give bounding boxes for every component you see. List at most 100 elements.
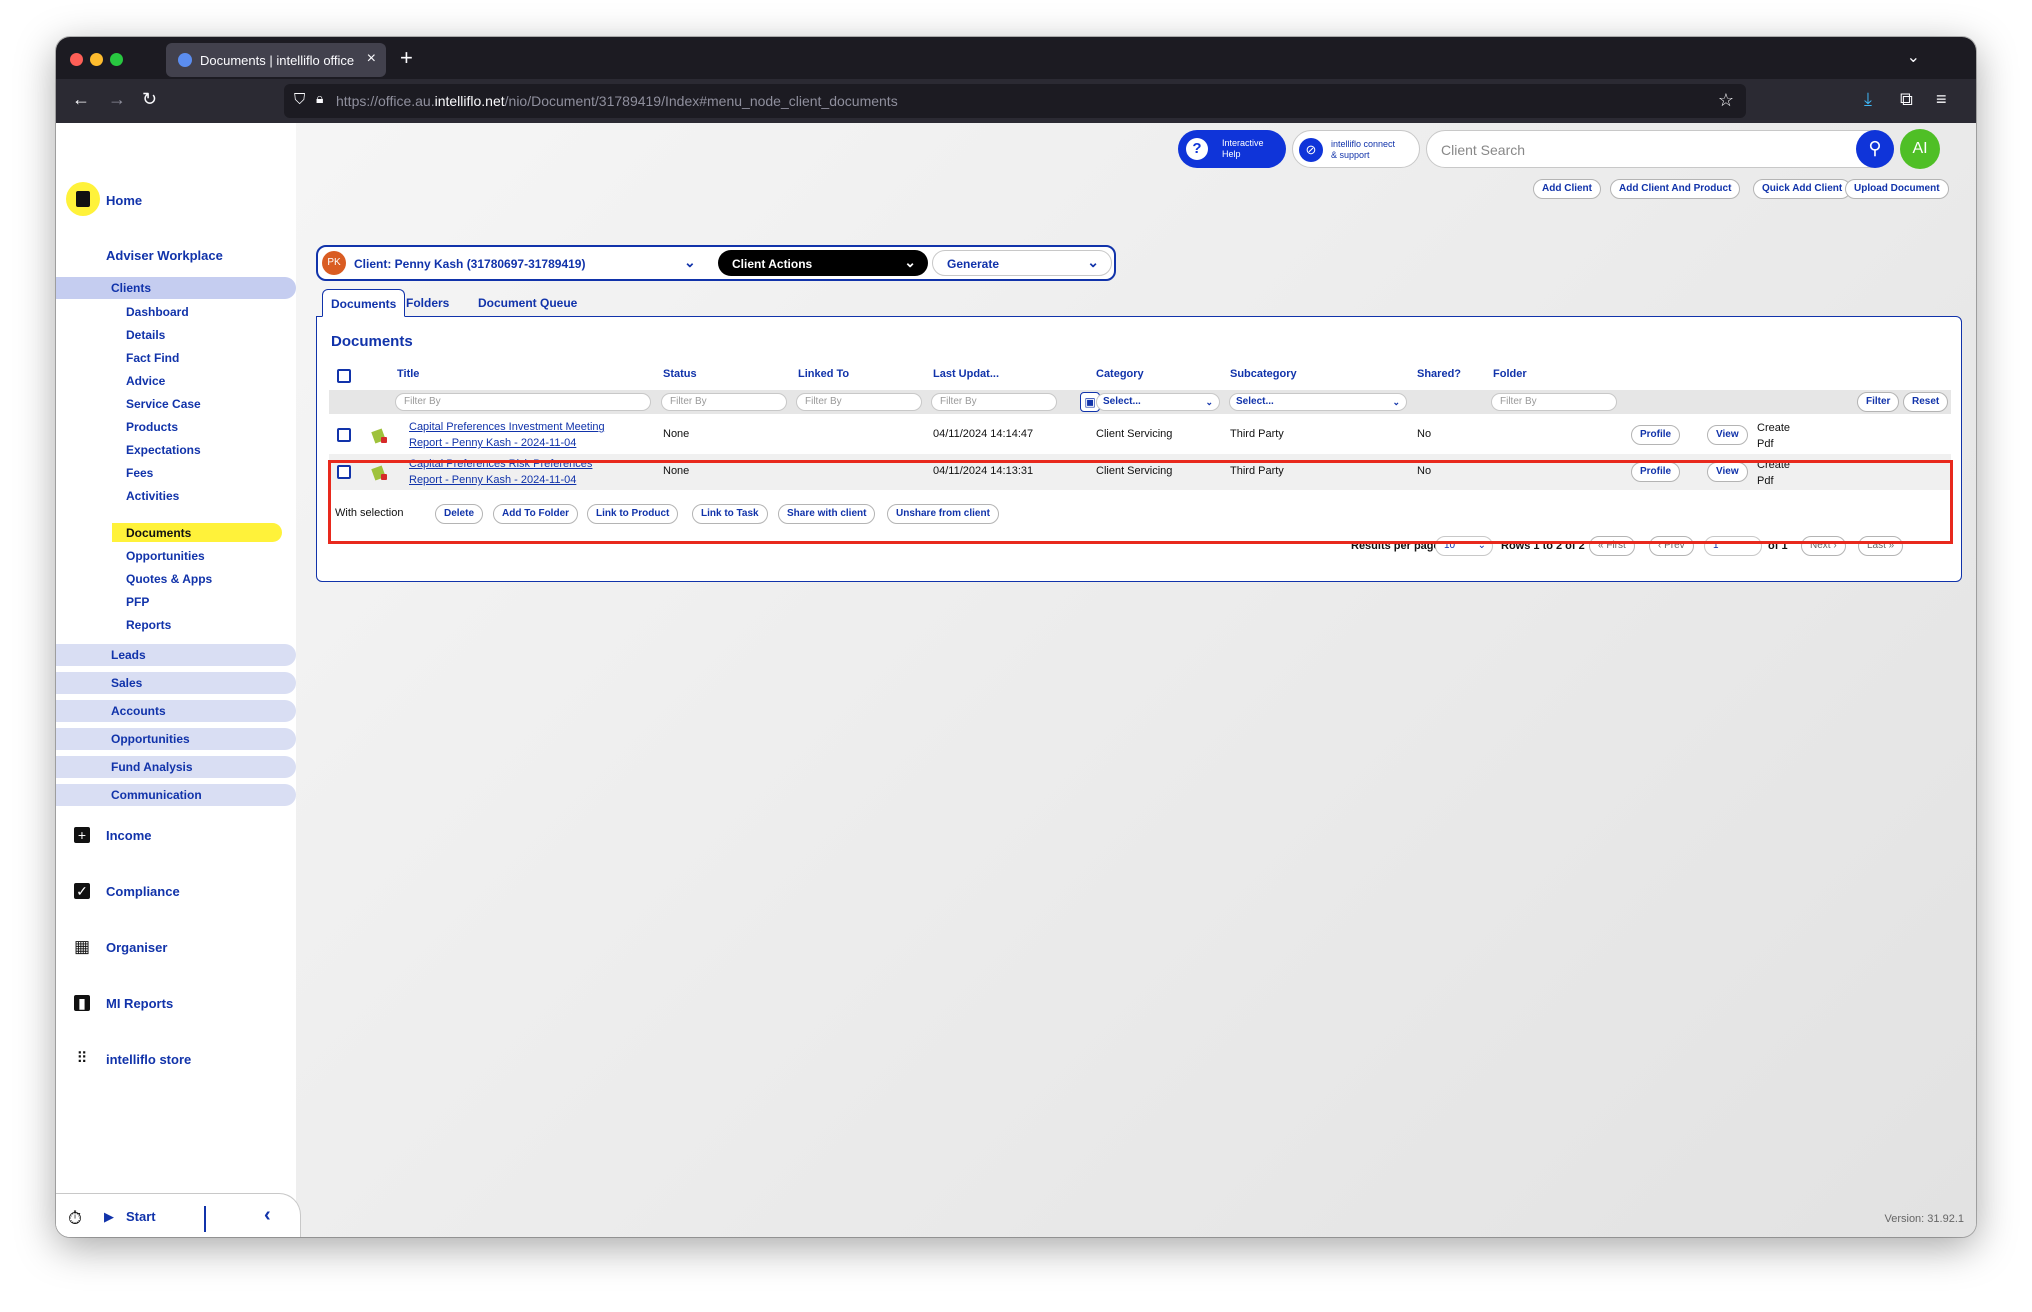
upload-document-button[interactable]: Upload Document — [1845, 179, 1949, 199]
add-client-button[interactable]: Add Client — [1533, 179, 1601, 199]
sidebar-subitem-service-case[interactable]: Service Case — [126, 397, 201, 411]
sidebar-subitem-expectations[interactable]: Expectations — [126, 443, 201, 457]
browser-tab[interactable]: Documents | intelliflo office × — [166, 43, 386, 77]
view-button[interactable]: View — [1707, 462, 1748, 482]
sidebar-item-adviser-workplace[interactable]: Adviser Workplace — [106, 248, 223, 263]
tab-document-queue[interactable]: Document Queue — [470, 289, 585, 317]
next-page-button[interactable]: Next › — [1801, 536, 1846, 556]
row-checkbox[interactable] — [337, 465, 351, 479]
status-filter-input[interactable]: Filter By — [661, 393, 787, 411]
url-text[interactable]: https://office.au.intelliflo.net/nio/Doc… — [336, 93, 898, 109]
column-status[interactable]: Status — [663, 368, 697, 380]
tab-folders[interactable]: Folders — [398, 289, 457, 317]
sidebar-item-fund-analysis[interactable]: Fund Analysis — [56, 756, 296, 778]
downloads-icon[interactable]: ⤓ — [1864, 89, 1872, 110]
sidebar-item-home[interactable]: Home — [106, 193, 142, 208]
new-tab-button[interactable]: + — [400, 45, 413, 71]
sidebar-subitem-details[interactable]: Details — [126, 328, 165, 342]
sidebar-item-accounts[interactable]: Accounts — [56, 700, 296, 722]
sidebar-subitem-documents[interactable]: Documents — [126, 526, 191, 540]
sidebar-subitem-opportunities[interactable]: Opportunities — [126, 549, 205, 563]
select-all-checkbox[interactable] — [337, 369, 351, 383]
column-folder[interactable]: Folder — [1493, 368, 1527, 380]
shield-icon[interactable]: ⛉ — [294, 91, 305, 108]
sidebar-item-opportunities[interactable]: Opportunities — [56, 728, 296, 750]
page-number-input[interactable]: 1 — [1704, 536, 1762, 556]
linked-to-filter-input[interactable]: Filter By — [796, 393, 922, 411]
sidebar-subitem-dashboard[interactable]: Dashboard — [126, 305, 189, 319]
column-subcategory[interactable]: Subcategory — [1230, 368, 1297, 380]
last-updated-filter-input[interactable]: Filter By — [931, 393, 1057, 411]
title-filter-input[interactable]: Filter By — [395, 393, 651, 411]
column-last-updated[interactable]: Last Updat... — [933, 368, 999, 380]
sidebar-subitem-products[interactable]: Products — [126, 420, 178, 434]
results-per-page-select[interactable]: 10 ⌄ — [1435, 536, 1493, 556]
sidebar-item-communication[interactable]: Communication — [56, 784, 296, 806]
column-title[interactable]: Title — [397, 368, 419, 380]
sidebar-item-income[interactable]: Income — [106, 828, 152, 843]
profile-button[interactable]: Profile — [1631, 462, 1681, 482]
address-bar[interactable]: ⛉ 🔒︎ https://office.au.intelliflo.net/ni… — [284, 84, 1746, 118]
link-to-product-button[interactable]: Link to Product — [587, 504, 679, 524]
sidebar-subitem-quotes-apps[interactable]: Quotes & Apps — [126, 572, 212, 586]
first-page-button[interactable]: « First — [1589, 536, 1635, 556]
bookmark-star-icon[interactable]: ☆ — [1718, 90, 1734, 111]
menu-hamburger-icon[interactable]: ≡ — [1936, 89, 1947, 110]
add-to-folder-button[interactable]: Add To Folder — [493, 504, 579, 524]
sidebar-item-intelliflo-store[interactable]: intelliflo store — [106, 1052, 191, 1067]
unshare-from-client-button[interactable]: Unshare from client — [887, 504, 999, 524]
extensions-icon[interactable]: ⧉ — [1900, 89, 1913, 110]
sidebar-subitem-pfp[interactable]: PFP — [126, 595, 149, 609]
document-title-link[interactable]: Capital Preferences Risk Preferences Repo… — [409, 456, 649, 488]
play-icon[interactable]: ▶ — [104, 1209, 114, 1225]
maximize-window-button[interactable] — [110, 53, 123, 66]
lock-icon[interactable]: 🔒︎ — [316, 90, 323, 107]
folder-filter-input[interactable]: Filter By — [1491, 393, 1617, 411]
start-timer-button[interactable]: Start — [126, 1209, 156, 1224]
client-search-input[interactable]: Client Search ⚲ — [1426, 130, 1894, 168]
sidebar-item-clients[interactable]: Clients — [56, 277, 296, 299]
filter-button[interactable]: Filter — [1857, 392, 1900, 412]
sidebar-item-leads[interactable]: Leads — [56, 644, 296, 666]
column-category[interactable]: Category — [1096, 368, 1144, 380]
minimize-window-button[interactable] — [90, 53, 103, 66]
sidebar-item-compliance[interactable]: Compliance — [106, 884, 180, 899]
intelliflo-connect-button[interactable]: ⊘ intelliflo connect & support — [1292, 130, 1420, 168]
link-to-task-button[interactable]: Link to Task — [692, 504, 768, 524]
sidebar-subitem-advice[interactable]: Advice — [126, 374, 165, 388]
sidebar-subitem-fact-find[interactable]: Fact Find — [126, 351, 179, 365]
column-linked-to[interactable]: Linked To — [798, 368, 849, 380]
delete-button[interactable]: Delete — [435, 504, 484, 524]
document-title-link[interactable]: Capital Preferences Investment Meeting Re… — [409, 419, 649, 451]
column-shared[interactable]: Shared? — [1417, 368, 1461, 380]
interactive-help-button[interactable]: ? Interactive Help — [1178, 130, 1286, 168]
tab-list-chevron-icon[interactable]: ⌄ — [1907, 47, 1920, 67]
sidebar-item-organiser[interactable]: Organiser — [106, 940, 167, 955]
view-button[interactable]: View — [1707, 425, 1748, 445]
prev-page-button[interactable]: ‹ Prev — [1649, 536, 1694, 556]
reset-button[interactable]: Reset — [1903, 392, 1949, 412]
sidebar-subitem-reports[interactable]: Reports — [126, 618, 171, 632]
category-select[interactable]: Select... ⌄ — [1096, 393, 1220, 411]
back-arrow-icon[interactable]: ← — [72, 89, 90, 110]
profile-button[interactable]: Profile — [1631, 425, 1681, 445]
quick-add-client-button[interactable]: Quick Add Client — [1753, 179, 1852, 199]
subcategory-select[interactable]: Select... ⌄ — [1229, 393, 1407, 411]
tab-documents[interactable]: Documents — [322, 289, 406, 317]
sidebar-subitem-activities[interactable]: Activities — [126, 489, 179, 503]
tab-close-icon[interactable]: × — [367, 50, 376, 68]
client-actions-dropdown[interactable]: Client Actions ⌄ — [718, 250, 928, 276]
search-icon[interactable]: ⚲ — [1856, 130, 1894, 168]
sidebar-subitem-fees[interactable]: Fees — [126, 466, 153, 480]
reload-icon[interactable]: ↻ — [142, 89, 157, 110]
close-window-button[interactable] — [70, 53, 83, 66]
client-chevron-down-icon[interactable]: ⌄ — [684, 254, 696, 271]
share-with-client-button[interactable]: Share with client — [778, 504, 876, 524]
generate-dropdown[interactable]: Generate ⌄ — [932, 250, 1112, 276]
user-avatar[interactable]: AI — [1900, 129, 1940, 169]
last-page-button[interactable]: Last » — [1858, 536, 1904, 556]
sidebar-item-sales[interactable]: Sales — [56, 672, 296, 694]
create-pdf-link[interactable]: Create Pdf — [1757, 457, 1790, 489]
forward-arrow-icon[interactable]: → — [108, 89, 126, 110]
add-client-and-product-button[interactable]: Add Client And Product — [1610, 179, 1741, 199]
